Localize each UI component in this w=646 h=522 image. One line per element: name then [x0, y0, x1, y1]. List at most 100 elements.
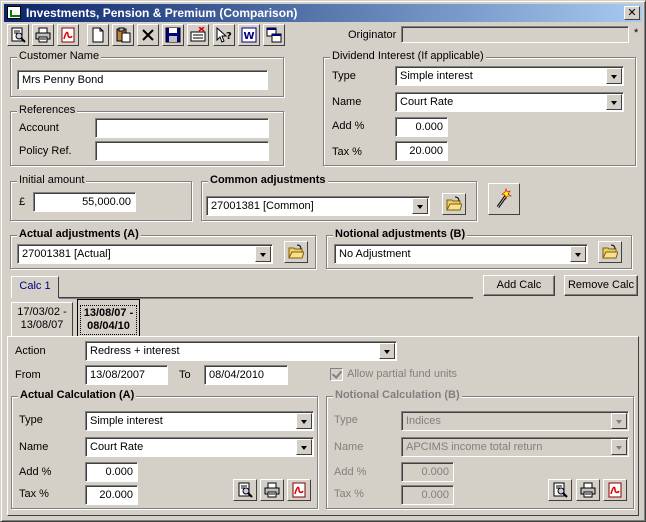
dividend-add-label: Add %	[332, 120, 365, 132]
from-date-input[interactable]: 13/08/2007	[85, 365, 168, 385]
chevron-down-icon[interactable]	[412, 198, 428, 214]
actual-name-label: Name	[19, 441, 49, 453]
period-2-end: 08/04/10	[87, 320, 130, 332]
chevron-down-icon[interactable]	[296, 413, 312, 429]
chevron-down-icon[interactable]	[296, 439, 312, 455]
notional-name-label: Name	[334, 441, 364, 453]
print-icon	[35, 27, 51, 43]
chevron-down-icon[interactable]	[379, 343, 395, 359]
notional-adjustments-open-button[interactable]	[598, 241, 622, 263]
notional-type-value: Indices	[406, 415, 441, 427]
dividend-group-title: Dividend Interest (If applicable)	[330, 50, 486, 62]
originator-field[interactable]	[401, 26, 629, 43]
policy-ref-label: Policy Ref.	[19, 145, 72, 157]
add-calc-label: Add Calc	[496, 279, 542, 291]
notional-pdf-button[interactable]	[603, 479, 627, 501]
notional-adjustments-select[interactable]: No Adjustment	[334, 244, 588, 264]
tab-strip-baseline	[59, 297, 473, 298]
actual-print-button[interactable]	[260, 479, 284, 501]
title-bar: Investments, Pension & Premium (Comparis…	[4, 4, 642, 22]
period-tab-1[interactable]: 17/03/02 - 13/08/07	[11, 302, 73, 336]
print-button[interactable]	[32, 24, 54, 46]
wizard-button[interactable]	[488, 183, 520, 215]
delete-button[interactable]	[137, 24, 159, 46]
period-2-start: 13/08/07 -	[83, 307, 134, 319]
print-preview-icon	[237, 482, 253, 498]
common-adjustments-open-button[interactable]	[442, 193, 466, 215]
actual-pdf-button[interactable]	[287, 479, 311, 501]
references-group-title: References	[17, 104, 78, 116]
notional-preview-button[interactable]	[548, 479, 572, 501]
new-button[interactable]	[87, 24, 109, 46]
actual-add-input[interactable]: 0.000	[85, 462, 138, 482]
word-button[interactable]	[238, 24, 260, 46]
customer-name-input[interactable]: Mrs Penny Bond	[17, 70, 268, 90]
to-date-input[interactable]: 08/04/2010	[204, 365, 288, 385]
chevron-down-icon[interactable]	[611, 413, 627, 429]
pdf-button[interactable]	[57, 24, 79, 46]
allow-partial-checkbox[interactable]	[330, 368, 343, 381]
allow-partial-label: Allow partial fund units	[347, 368, 458, 380]
actual-type-select[interactable]: Simple interest	[85, 411, 314, 431]
delete-icon	[140, 27, 156, 43]
dividend-type-value: Simple interest	[400, 70, 473, 82]
open-folder-icon	[446, 196, 462, 212]
paste-icon	[115, 27, 131, 43]
windows-button[interactable]	[263, 24, 285, 46]
save-button[interactable]	[162, 24, 184, 46]
add-calc-button[interactable]: Add Calc	[483, 275, 555, 296]
app-icon	[7, 6, 21, 19]
copy-windows-icon	[266, 27, 282, 43]
chevron-down-icon[interactable]	[606, 68, 622, 84]
action-select[interactable]: Redress + interest	[85, 341, 397, 361]
tab-calc-1[interactable]: Calc 1	[11, 276, 59, 298]
print-preview-icon	[10, 27, 26, 43]
clear-button[interactable]	[187, 24, 209, 46]
notional-tax-label: Tax %	[334, 488, 364, 500]
chevron-down-icon[interactable]	[255, 246, 271, 262]
period-tab-2[interactable]: 13/08/07 - 08/04/10	[77, 299, 140, 337]
actual-adjustments-open-button[interactable]	[284, 241, 308, 263]
remove-calc-label: Remove Calc	[567, 279, 635, 291]
help-button[interactable]	[213, 24, 235, 46]
notional-adjustments-title: Notional adjustments (B)	[333, 228, 468, 240]
dividend-name-label: Name	[332, 96, 362, 108]
originator-label: Originator	[348, 29, 397, 41]
notional-name-select[interactable]: APCIMS income total return	[401, 437, 629, 457]
policy-ref-input[interactable]	[95, 141, 269, 161]
currency-label: £	[19, 196, 26, 208]
common-adjustments-select[interactable]: 27001381 [Common]	[206, 196, 430, 216]
dividend-add-input[interactable]: 0.000	[395, 117, 448, 137]
notional-adjustments-value: No Adjustment	[339, 248, 411, 260]
actual-name-select[interactable]: Court Rate	[85, 437, 314, 457]
actual-tax-input[interactable]: 20.000	[85, 485, 138, 505]
print-preview-button[interactable]	[7, 24, 29, 46]
actual-type-label: Type	[19, 414, 43, 426]
action-value: Redress + interest	[90, 345, 180, 357]
print-icon	[580, 482, 596, 498]
paste-button[interactable]	[112, 24, 134, 46]
common-adjustments-title: Common adjustments	[208, 174, 328, 186]
chevron-down-icon[interactable]	[611, 439, 627, 455]
notional-print-button[interactable]	[576, 479, 600, 501]
notional-type-select[interactable]: Indices	[401, 411, 629, 431]
common-adjustments-value: 27001381 [Common]	[211, 200, 314, 212]
print-icon	[264, 482, 280, 498]
notional-add-input[interactable]: 0.000	[401, 462, 454, 482]
chevron-down-icon[interactable]	[570, 246, 586, 262]
actual-preview-button[interactable]	[233, 479, 257, 501]
actual-adjustments-select[interactable]: 27001381 [Actual]	[17, 244, 273, 264]
initial-amount-input[interactable]: 55,000.00	[33, 192, 136, 212]
notional-add-label: Add %	[334, 466, 367, 478]
dividend-type-select[interactable]: Simple interest	[395, 66, 624, 86]
actual-add-label: Add %	[19, 466, 52, 478]
notional-tax-input[interactable]: 0.000	[401, 485, 454, 505]
dividend-name-select[interactable]: Court Rate	[395, 92, 624, 112]
chevron-down-icon[interactable]	[606, 94, 622, 110]
action-label: Action	[15, 345, 46, 357]
dividend-tax-input[interactable]: 20.000	[395, 141, 448, 161]
account-input[interactable]	[95, 118, 269, 138]
remove-calc-button[interactable]: Remove Calc	[564, 275, 638, 296]
close-button[interactable]: ✕	[624, 6, 640, 20]
pdf-icon	[607, 482, 623, 498]
